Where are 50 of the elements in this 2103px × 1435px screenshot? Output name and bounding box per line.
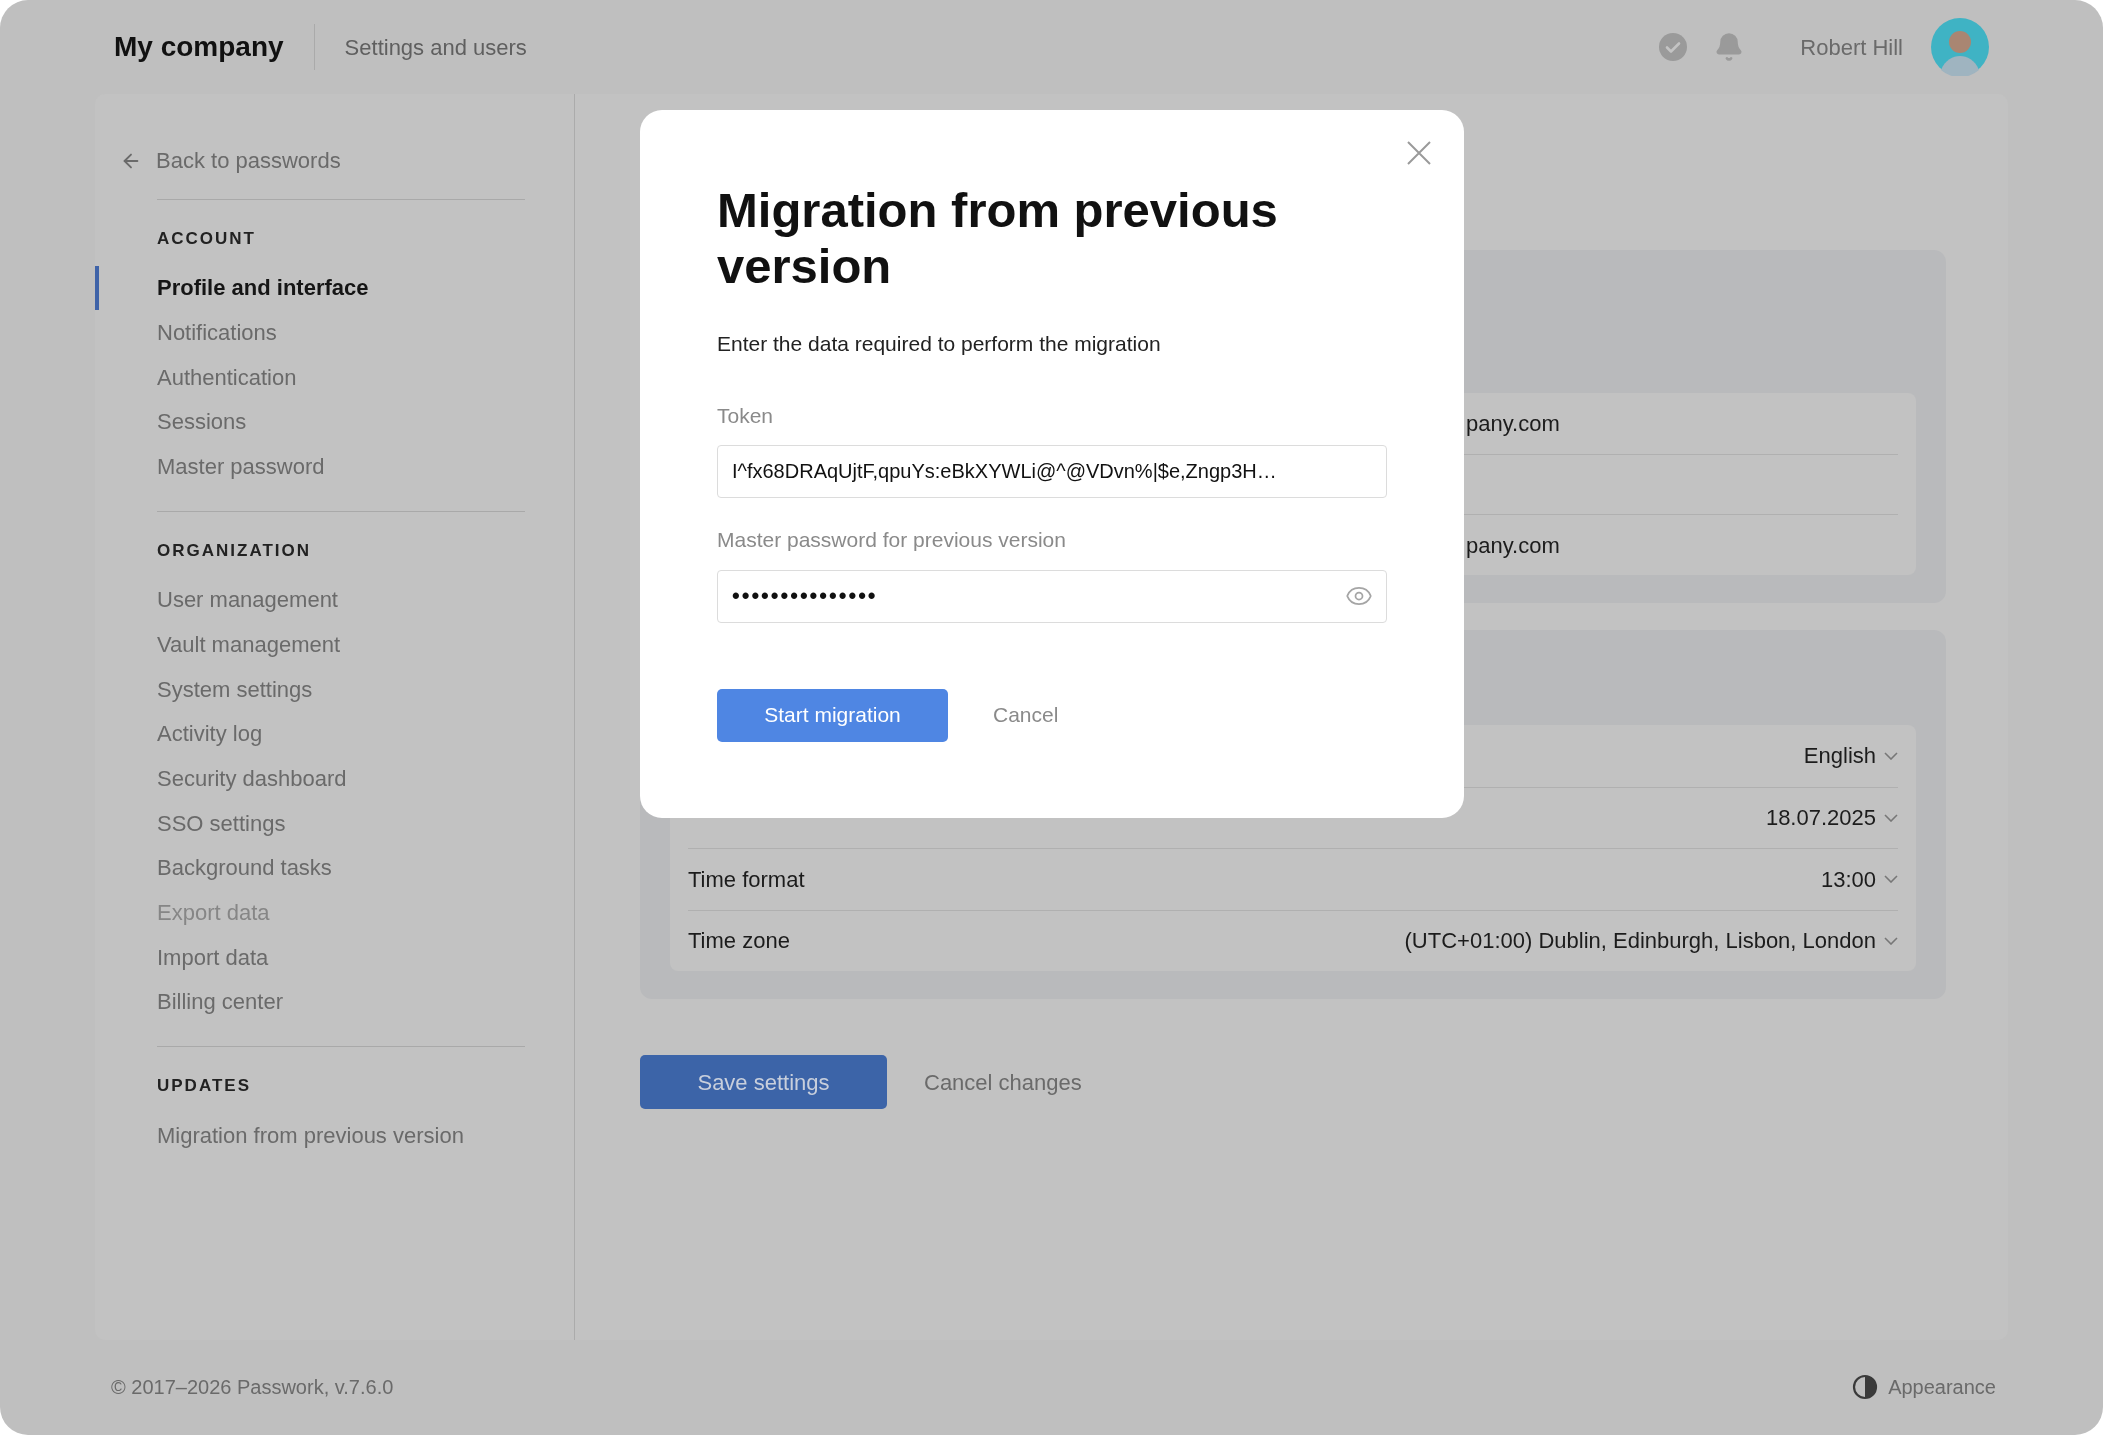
user-avatar[interactable] [1931, 18, 1989, 76]
dialog-description: Enter the data required to perform the migration [717, 331, 1162, 357]
setting-value: pany.com [1466, 409, 1560, 438]
nav-item[interactable]: Background tasks [95, 845, 574, 891]
company-name: My company [114, 30, 284, 64]
nav-item[interactable]: SSO settings [95, 800, 574, 846]
start-migration-button[interactable]: Start migration [717, 688, 948, 742]
section-heading: UPDATES [157, 1075, 251, 1098]
setting-dropdown[interactable]: 18.07.2025 [1765, 801, 1898, 835]
field-label: Master password for previous version [717, 527, 1066, 553]
nav-item[interactable]: Authentication [95, 354, 574, 400]
copyright-text: © 2017–2026 Passwork, v.7.6.0 [111, 1374, 394, 1400]
back-link[interactable]: Back to passwords [120, 144, 341, 177]
cancel-button[interactable]: Cancel [993, 699, 1059, 731]
nav-item[interactable]: Sessions [95, 399, 574, 445]
field-label: Token [717, 402, 774, 429]
nav-item[interactable]: Vault management [95, 622, 574, 667]
contrast-icon [1852, 1373, 1879, 1400]
check-circle-icon[interactable] [1658, 32, 1689, 62]
section-heading: ACCOUNT [157, 228, 256, 250]
nav-item[interactable]: Profile and interface [95, 265, 574, 311]
nav-item[interactable]: Migration from previous version [95, 1112, 574, 1158]
save-settings-button[interactable]: Save settings [640, 1055, 887, 1110]
nav-item[interactable]: User management [95, 577, 574, 623]
chevron-down-icon [1884, 751, 1898, 760]
chevron-down-icon [1884, 875, 1898, 884]
chevron-down-icon [1884, 936, 1898, 945]
chevron-down-icon [1884, 813, 1898, 822]
setting-dropdown[interactable]: (UTC+01:00) Dublin, Edinburgh, Lisbon, London [1404, 924, 1898, 958]
setting-label: Time zone [688, 927, 790, 956]
setting-label: Time format [688, 865, 805, 894]
setting-dropdown[interactable]: 13:00 [1820, 862, 1898, 896]
section-heading: ORGANIZATION [157, 539, 311, 562]
token-field[interactable]: I^fx68DRAqUjtF,qpuYs:eBkXYWLi@^@VDvn%|$e,Zngp3H… [717, 445, 1387, 498]
close-icon [1407, 141, 1431, 165]
nav-item[interactable]: Notifications [95, 310, 574, 355]
setting-dropdown[interactable]: English [1803, 739, 1898, 773]
dialog-title: Migration from previous version [717, 182, 1279, 294]
nav-item[interactable]: Import data [95, 934, 574, 980]
nav-item[interactable]: System settings [95, 666, 574, 712]
nav-item[interactable]: Activity log [95, 711, 574, 757]
user-name[interactable]: Robert Hill [1800, 30, 1903, 64]
setting-value: pany.com [1466, 531, 1560, 560]
appearance-button[interactable]: Appearance [1852, 1371, 1996, 1402]
nav-item[interactable]: Billing center [95, 979, 574, 1025]
cancel-changes-button[interactable]: Cancel changes [924, 1065, 1082, 1099]
section-title: Settings and users [344, 33, 527, 62]
nav-item[interactable]: Master password [95, 444, 574, 489]
password-field[interactable]: ••••••••••••••• [717, 569, 1387, 623]
nav-item[interactable]: Security dashboard [95, 756, 574, 801]
